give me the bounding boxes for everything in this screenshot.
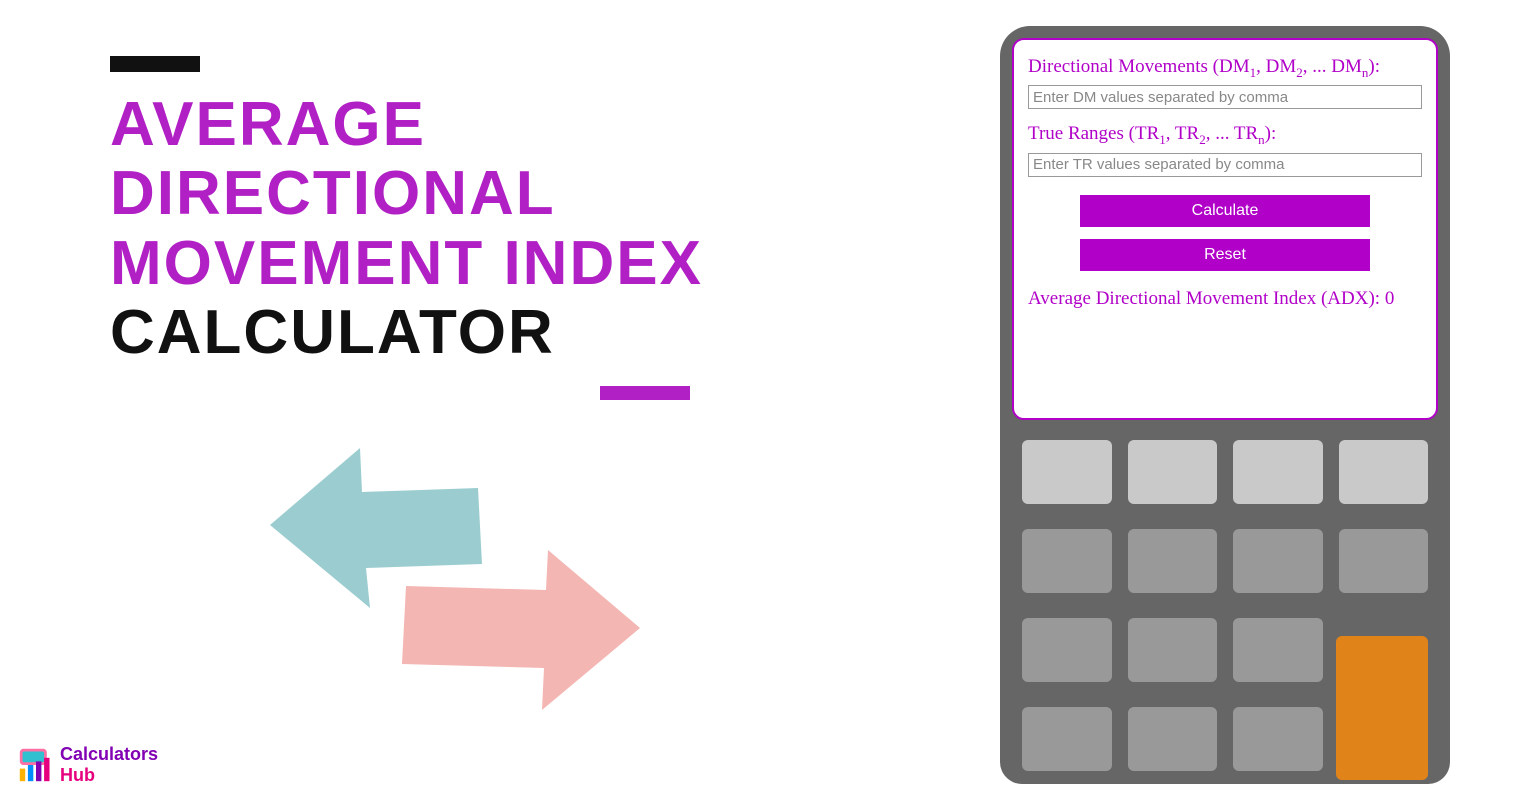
calculator-device: Directional Movements (DM1, DM2, ... DMn… xyxy=(1000,26,1450,784)
brand-word2: Hub xyxy=(60,765,95,785)
key[interactable] xyxy=(1022,618,1112,682)
title-block: AVERAGE DIRECTIONAL MOVEMENT INDEX CALCU… xyxy=(110,56,890,400)
key[interactable] xyxy=(1128,618,1218,682)
brand-logo: Calculators Hub xyxy=(18,744,158,786)
dm-input[interactable] xyxy=(1028,85,1422,109)
keypad xyxy=(1012,440,1438,780)
key[interactable] xyxy=(1233,440,1323,504)
brand-word1: Calculators xyxy=(60,744,158,764)
key[interactable] xyxy=(1022,707,1112,771)
bars-icon xyxy=(18,747,54,783)
reset-button[interactable]: Reset xyxy=(1080,239,1370,271)
title-line1: AVERAGE DIRECTIONAL xyxy=(110,90,556,228)
key[interactable] xyxy=(1339,529,1429,593)
arrow-right-icon xyxy=(402,550,640,710)
accent-bar-top xyxy=(110,56,200,72)
accent-bar-bottom xyxy=(600,386,690,400)
tr-label: True Ranges (TR1, TR2, ... TRn): xyxy=(1028,121,1422,148)
key[interactable] xyxy=(1022,440,1112,504)
key[interactable] xyxy=(1128,707,1218,771)
key[interactable] xyxy=(1233,529,1323,593)
dm-label: Directional Movements (DM1, DM2, ... DMn… xyxy=(1028,54,1422,81)
key[interactable] xyxy=(1233,707,1323,771)
key[interactable] xyxy=(1128,529,1218,593)
key[interactable] xyxy=(1233,618,1323,682)
result-label: Average Directional Movement Index (ADX)… xyxy=(1028,287,1422,312)
title-line3: CALCULATOR xyxy=(110,298,555,367)
arrow-left-icon xyxy=(270,448,482,608)
key[interactable] xyxy=(1128,440,1218,504)
tr-input[interactable] xyxy=(1028,153,1422,177)
page-title: AVERAGE DIRECTIONAL MOVEMENT INDEX CALCU… xyxy=(110,90,890,368)
calculate-button[interactable]: Calculate xyxy=(1080,195,1370,227)
key[interactable] xyxy=(1339,440,1429,504)
key[interactable] xyxy=(1022,529,1112,593)
enter-key[interactable] xyxy=(1336,636,1428,780)
title-line2: MOVEMENT INDEX xyxy=(110,229,703,298)
brand-name: Calculators Hub xyxy=(60,744,158,786)
result-value: 0 xyxy=(1385,288,1395,309)
calculator-screen: Directional Movements (DM1, DM2, ... DMn… xyxy=(1012,38,1438,420)
arrows-illustration xyxy=(230,430,670,730)
